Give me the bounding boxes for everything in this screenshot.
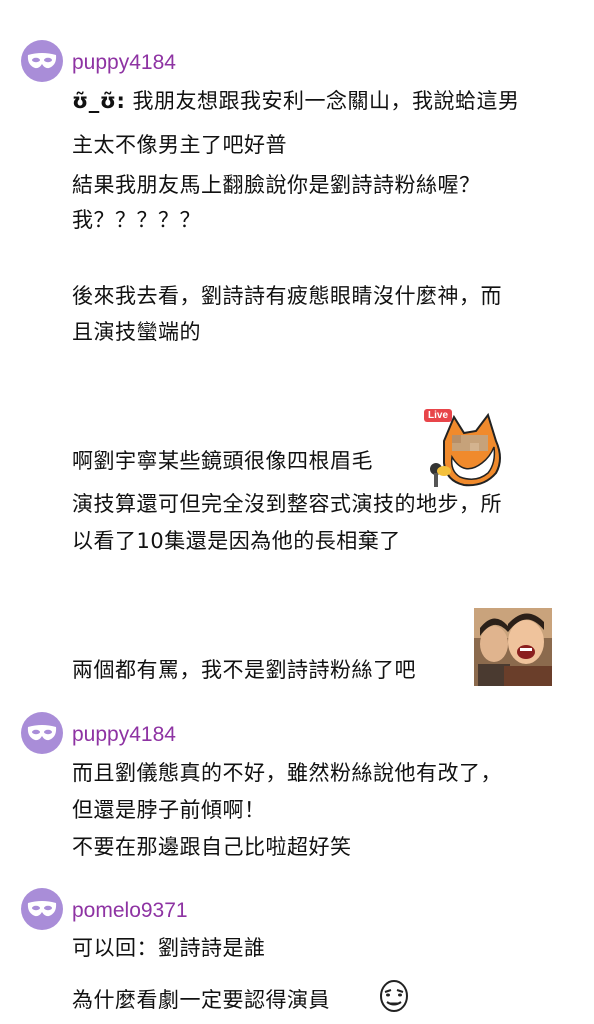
username[interactable]: puppy4184 xyxy=(72,721,176,749)
comment-text: 我朋友想跟我安利一念關山，我說蛤這男 xyxy=(132,89,520,113)
comment-line: 而且劉儀態真的不好，雖然粉絲說他有改了， xyxy=(72,761,502,785)
comment-line: 演技算還可但完全沒到整容式演技的地步，所 xyxy=(72,492,502,516)
comment-line: 但還是脖子前傾啊！ xyxy=(72,798,266,822)
comment-line: 後來我去看，劉詩詩有疲態眼睛沒什麼神，而 xyxy=(72,284,502,308)
comment-line: 啊劉宇寧某些鏡頭很像四根眉毛 xyxy=(72,449,373,473)
comment-line: 主太不像男主了吧好普 xyxy=(72,133,287,157)
comment-line: 不要在那邊跟自己比啦超好笑 xyxy=(72,835,352,859)
mask-icon xyxy=(27,53,57,69)
live-badge: Live xyxy=(424,409,453,422)
comment-line: 我？？？？？ xyxy=(72,208,201,232)
comment-line: 且演技蠻端的 xyxy=(72,320,201,344)
comment-line: 以看了10集還是因為他的長相棄了 xyxy=(72,529,401,553)
smirk-face-emoji xyxy=(376,978,412,1014)
avatar[interactable] xyxy=(21,40,63,82)
comment-line: 為什麼看劇一定要認得演員 xyxy=(72,988,330,1012)
laughing-people-photo xyxy=(474,608,552,686)
comment-line: 結果我朋友馬上翻臉說你是劉詩詩粉絲喔？ xyxy=(72,173,481,197)
avatar[interactable] xyxy=(21,712,63,754)
comment-line: 兩個都有罵，我不是劉詩詩粉絲了吧 xyxy=(72,658,416,682)
username[interactable]: puppy4184 xyxy=(72,49,176,77)
username[interactable]: pomelo9371 xyxy=(72,897,188,925)
mask-icon xyxy=(27,901,57,917)
comment-line: ʊ̃_ʊ̃: 我朋友想跟我安利一念關山，我說蛤這男 xyxy=(72,86,520,116)
comment-line: 可以回：劉詩詩是誰 xyxy=(72,936,266,960)
avatar[interactable] xyxy=(21,888,63,930)
emote-prefix: ʊ̃_ʊ̃: xyxy=(72,89,126,113)
mask-icon xyxy=(27,725,57,741)
fox-microphone-sticker: Live xyxy=(424,407,506,489)
